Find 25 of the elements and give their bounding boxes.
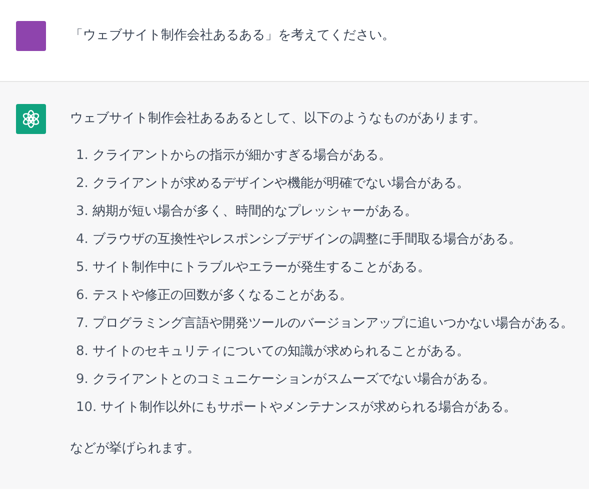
intro-text: ウェブサイト制作会社あるあるとして、以下のようなものがあります。 [70, 110, 487, 128]
list-text: クライアントが求めるデザインや機能が明確でない場合がある。 [92, 175, 470, 193]
list-number: 4. [76, 231, 88, 249]
list-number: 1. [76, 147, 88, 165]
user-avatar [16, 21, 46, 51]
list-text: 納期が短い場合が多く、時間的なプレッシャーがある。 [92, 203, 418, 221]
list-text: ブラウザの互換性やレスポンシブデザインの調整に手間取る場合がある。 [92, 231, 522, 249]
list-number: 2. [76, 175, 88, 193]
list-text: サイトのセキュリティについての知識が求められることがある。 [92, 343, 470, 361]
list-text: プログラミング言語や開発ツールのバージョンアップに追いつかない場合がある。 [92, 315, 574, 333]
list-number: 8. [76, 343, 88, 361]
list-text: サイト制作中にトラブルやエラーが発生することがある。 [92, 259, 430, 277]
list-number: 10. [76, 399, 97, 417]
list-number: 5. [76, 259, 88, 277]
list-text: クライアントとのコミュニケーションがスムーズでない場合がある。 [92, 371, 496, 389]
message-text: 「ウェブサイト制作会社あるある」を考えてください。 [70, 27, 395, 45]
list-number: 6. [76, 287, 88, 305]
list-number: 9. [76, 371, 88, 389]
list-text: テストや修正の回数が多くなることがある。 [92, 287, 352, 305]
assistant-logo-icon [21, 109, 41, 129]
closing-text: などが挙げられます。 [70, 440, 201, 458]
list-text: クライアントからの指示が細かすぎる場合がある。 [92, 147, 392, 165]
list-number: 7. [76, 315, 88, 333]
list-text: サイト制作以外にもサポートやメンテナンスが求められる場合がある。 [100, 399, 517, 417]
list-number: 3. [76, 203, 88, 221]
